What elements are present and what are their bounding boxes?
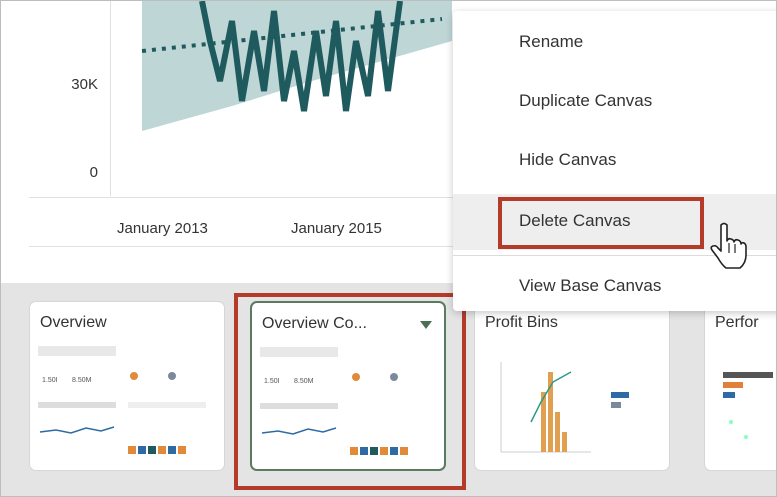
x-tick-label: January 2015 [291, 220, 382, 237]
canvas-title: Overview [40, 314, 107, 331]
chart-plot-area [141, 1, 452, 131]
menu-item-duplicate-canvas[interactable]: Duplicate Canvas [453, 74, 776, 130]
app-frame: 30K 0 January 2013 January 2015 Overview… [0, 0, 777, 497]
kpi-value: 8.50M [72, 377, 92, 384]
x-tick-label: January 2013 [117, 220, 208, 237]
canvas-title: Perfor [715, 314, 759, 331]
y-axis: 30K 0 [29, 1, 111, 196]
menu-item-label: Duplicate Canvas [519, 91, 653, 110]
canvas-thumbnail [723, 372, 773, 439]
selected-canvas-highlight [234, 293, 466, 490]
y-tick-label: 0 [89, 164, 98, 181]
canvas-card-performance[interactable]: Perfor [704, 301, 776, 471]
menu-item-hide-canvas[interactable]: Hide Canvas [453, 133, 776, 189]
canvas-card-profit-bins[interactable]: Profit Bins [474, 301, 670, 471]
canvas-thumbnail: 1.50I 8.50M [38, 346, 206, 454]
y-tick-label: 30K [71, 76, 98, 93]
kpi-value: 1.50I [42, 377, 58, 384]
menu-item-label: Hide Canvas [519, 150, 617, 169]
menu-item-label: Rename [519, 32, 584, 51]
canvas-thumbnail [500, 362, 629, 453]
canvas-tab-strip: Overview 1.50I 8.50M Overview Co... 1.50… [1, 283, 776, 496]
menu-item-label: View Base Canvas [519, 276, 662, 295]
canvas-title: Profit Bins [485, 314, 558, 331]
hand-pointer-icon [710, 222, 747, 269]
delete-canvas-highlight [498, 197, 704, 249]
menu-item-rename[interactable]: Rename [453, 15, 776, 71]
canvas-card-overview[interactable]: Overview 1.50I 8.50M [29, 301, 225, 471]
